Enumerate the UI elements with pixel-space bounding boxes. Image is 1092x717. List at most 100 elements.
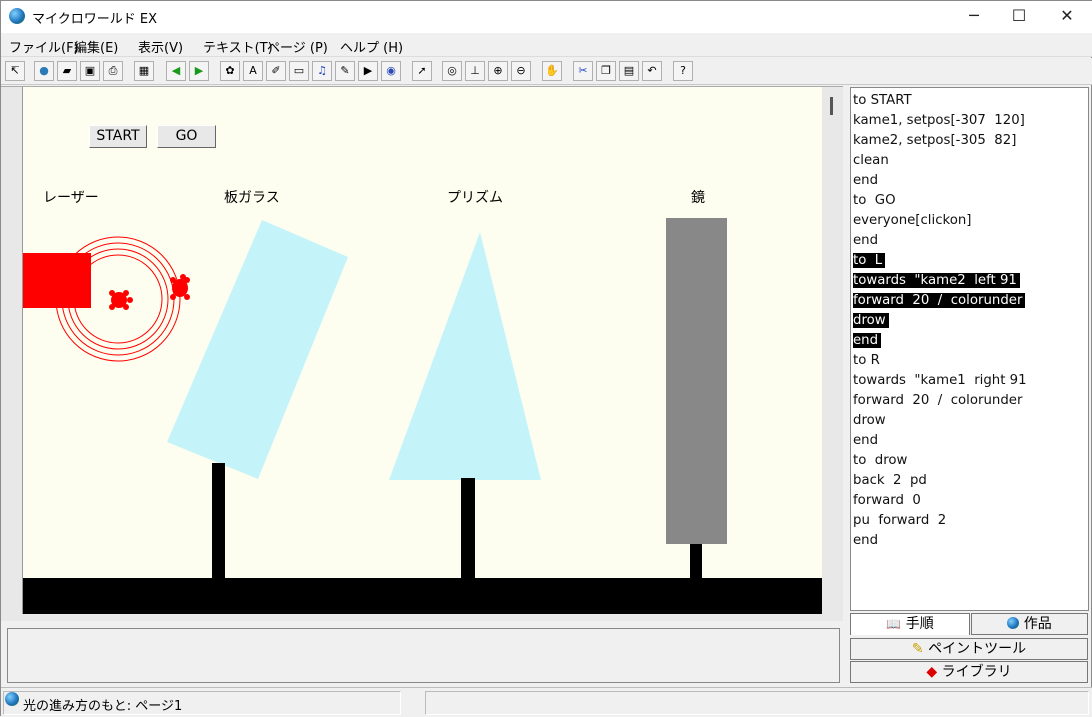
go-button[interactable]: GO bbox=[157, 125, 216, 148]
tab-procedures[interactable]: 📖 手順 bbox=[850, 613, 970, 635]
minimize-button[interactable]: ─ bbox=[951, 1, 997, 33]
code-line-text: end bbox=[853, 233, 879, 248]
mirror[interactable] bbox=[666, 218, 727, 544]
code-line-text: towards "kame1 right 91 bbox=[853, 373, 1027, 388]
code-line-text: end bbox=[853, 533, 879, 548]
turtle-kame2[interactable] bbox=[109, 290, 133, 310]
tab-paint-label: ペイントツール bbox=[928, 641, 1027, 657]
code-line[interactable]: end bbox=[853, 171, 1086, 191]
code-line[interactable]: to START bbox=[853, 91, 1086, 111]
book-icon: 📖 bbox=[886, 617, 902, 631]
menu-item[interactable]: ヘルプ (H) bbox=[340, 37, 403, 56]
tab-project[interactable]: 作品 bbox=[971, 613, 1088, 635]
tab-paint[interactable]: ✎ ペイントツール bbox=[850, 638, 1088, 660]
back-arrow-icon[interactable]: ◀ bbox=[166, 61, 186, 81]
copy-icon[interactable]: ❐ bbox=[596, 61, 616, 81]
code-line-text: end bbox=[853, 333, 882, 348]
code-line[interactable]: towards "kame1 right 91 bbox=[853, 371, 1086, 391]
code-line[interactable]: forward 20 / colorunder bbox=[853, 391, 1086, 411]
mirror-label: 鏡 bbox=[691, 190, 705, 206]
code-line[interactable]: end bbox=[853, 531, 1086, 551]
command-center[interactable] bbox=[7, 628, 840, 683]
glass-plate[interactable] bbox=[167, 220, 348, 479]
button-icon[interactable]: ▭ bbox=[289, 61, 309, 81]
code-line[interactable]: forward 20 / colorunder bbox=[853, 291, 1086, 311]
code-line[interactable]: clean bbox=[853, 151, 1086, 171]
code-line[interactable]: end bbox=[853, 431, 1086, 451]
toolbar: ↸ ● ▰ ▣ ⎙ ▦ ◀ ▶ ✿ A ✐ ▭ ♫ ✎ ▶ ◉ ➚ ◎ ⊥ ⊕ ⊖ ✋ ✂ ❐ ▤ ↶? bbox=[1, 58, 1092, 85]
laser-source[interactable] bbox=[23, 253, 91, 308]
turtle-leg bbox=[123, 290, 129, 296]
glass-stand bbox=[212, 463, 225, 578]
code-line[interactable]: kame2, setpos[-305 82] bbox=[853, 131, 1086, 151]
stop-hand-icon[interactable]: ✋ bbox=[542, 61, 562, 81]
code-line[interactable]: back 2 pd bbox=[853, 471, 1086, 491]
canvas-drawing bbox=[23, 218, 822, 614]
text-box-icon[interactable]: A bbox=[243, 61, 263, 81]
help-icon[interactable]: ? bbox=[673, 61, 693, 81]
music-icon[interactable]: ♫ bbox=[312, 61, 332, 81]
close-button[interactable]: ✕ bbox=[1044, 1, 1090, 33]
video-icon[interactable]: ▶ bbox=[358, 61, 378, 81]
open-folder-icon[interactable]: ▰ bbox=[57, 61, 77, 81]
stamp-icon[interactable]: ⊥ bbox=[465, 61, 485, 81]
maximize-button[interactable]: ☐ bbox=[996, 1, 1042, 33]
code-line[interactable]: forward 0 bbox=[853, 491, 1086, 511]
arrow-select-icon[interactable]: ↸ bbox=[5, 61, 25, 81]
start-button[interactable]: START bbox=[89, 125, 147, 148]
pages-icon[interactable]: ▦ bbox=[134, 61, 154, 81]
code-line-text: drow bbox=[853, 313, 889, 328]
code-line-text: end bbox=[853, 433, 879, 448]
code-line[interactable]: end bbox=[853, 231, 1086, 251]
turtle-kame1[interactable] bbox=[170, 274, 190, 300]
paste-icon[interactable]: ▤ bbox=[619, 61, 639, 81]
code-line[interactable]: to GO bbox=[853, 191, 1086, 211]
scrollbar-thumb[interactable] bbox=[830, 97, 833, 115]
eye-icon[interactable]: ◎ bbox=[442, 61, 462, 81]
zoom-out-icon[interactable]: ⊖ bbox=[511, 61, 531, 81]
forward-arrow-icon[interactable]: ▶ bbox=[189, 61, 209, 81]
code-line-text: clean bbox=[853, 153, 889, 168]
globe-icon[interactable]: ● bbox=[34, 61, 54, 81]
pointer-icon[interactable]: ➚ bbox=[412, 61, 432, 81]
code-line[interactable]: pu forward 2 bbox=[853, 511, 1086, 531]
undo-icon[interactable]: ↶ bbox=[642, 61, 662, 81]
procedures-editor[interactable]: to START kame1, setpos[-307 120] kame2, se… bbox=[850, 87, 1089, 611]
code-line-text: towards "kame2 left 91 bbox=[853, 273, 1020, 288]
record-icon[interactable]: ◉ bbox=[381, 61, 401, 81]
menu-item[interactable]: ファイル(F) bbox=[9, 37, 79, 56]
prism[interactable] bbox=[389, 232, 541, 480]
code-line[interactable]: drow bbox=[853, 311, 1086, 331]
code-line-text: to R bbox=[853, 353, 880, 368]
cut-icon[interactable]: ✂ bbox=[573, 61, 593, 81]
menu-item[interactable]: ページ (P) bbox=[267, 37, 328, 56]
code-line[interactable]: to drow bbox=[853, 451, 1086, 471]
menu-item[interactable]: テキスト(T) bbox=[203, 37, 273, 56]
ground bbox=[23, 578, 822, 614]
code-line[interactable]: to L bbox=[853, 251, 1086, 271]
tab-library[interactable]: ◆ ライブラリ bbox=[850, 661, 1088, 683]
code-line[interactable]: everyone[clickon] bbox=[853, 211, 1086, 231]
zoom-in-icon[interactable]: ⊕ bbox=[488, 61, 508, 81]
code-line[interactable]: end bbox=[853, 331, 1086, 351]
turtle-leg bbox=[109, 304, 115, 310]
menu-item[interactable]: 表示(V) bbox=[138, 37, 183, 56]
turtle-leg bbox=[170, 277, 176, 283]
code-line[interactable]: towards "kame2 left 91 bbox=[853, 271, 1086, 291]
code-line[interactable]: to R bbox=[853, 351, 1086, 371]
print-icon[interactable]: ⎙ bbox=[103, 61, 123, 81]
page-canvas[interactable]: START GO レーザー 板ガラス プリズム 鏡 bbox=[22, 87, 822, 614]
code-line[interactable]: kame1, setpos[-307 120] bbox=[853, 111, 1086, 131]
menu-item[interactable]: 編集(E) bbox=[74, 37, 118, 56]
tab-project-label: 作品 bbox=[1023, 616, 1052, 632]
code-line[interactable]: drow bbox=[853, 411, 1086, 431]
laser-label: レーザー bbox=[43, 190, 99, 206]
code-line-text: back 2 pd bbox=[853, 473, 927, 488]
turtle-hatch-icon[interactable]: ✿ bbox=[220, 61, 240, 81]
menu-bar: ファイル(F) 編集(E) 表示(V) テキスト(T) ページ (P) ヘルプ (H) bbox=[1, 33, 1092, 57]
code-line-text: kame2, setpos[-305 82] bbox=[853, 133, 1017, 148]
brush-icon[interactable]: ✐ bbox=[266, 61, 286, 81]
save-icon[interactable]: ▣ bbox=[80, 61, 100, 81]
pencil-icon[interactable]: ✎ bbox=[335, 61, 355, 81]
turtle-leg bbox=[123, 304, 129, 310]
